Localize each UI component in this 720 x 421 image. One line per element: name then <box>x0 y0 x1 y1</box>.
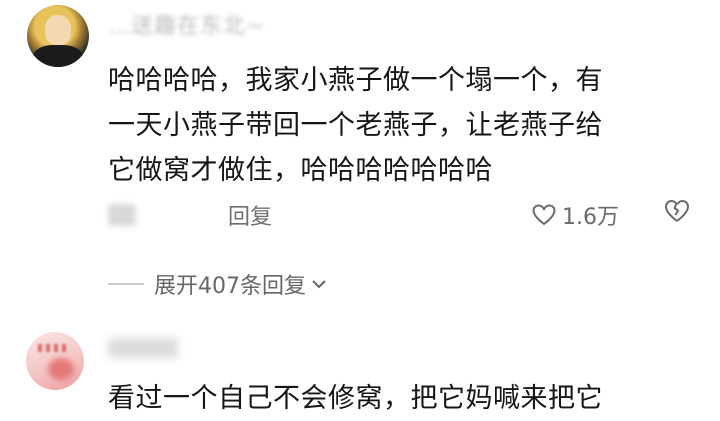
username-blurred[interactable] <box>108 338 178 358</box>
avatar-body <box>33 45 83 67</box>
divider-line <box>108 283 144 285</box>
expand-replies-button[interactable]: 展开407条回复 <box>108 268 328 300</box>
chevron-down-icon <box>312 280 326 289</box>
avatar-figure <box>48 358 74 380</box>
avatar-pattern <box>38 344 68 352</box>
comment-text: 哈哈哈哈，我家小燕子做一个塌一个，有 一天小燕子带回一个老燕子，让老燕子给 它做… <box>108 58 688 193</box>
broken-heart-icon <box>665 200 689 222</box>
like-count: 1.6万 <box>562 205 619 230</box>
comment-text: 看过一个自己不会修窝，把它妈喊来把它 <box>108 383 603 414</box>
comment-line: 它做窝才做住，哈哈哈哈哈哈哈 <box>108 155 493 186</box>
username[interactable]: …送趣在东北~ <box>108 8 265 40</box>
user-avatar[interactable] <box>26 332 84 390</box>
like-button[interactable]: 1.6万 <box>532 199 619 231</box>
user-avatar[interactable] <box>27 5 89 67</box>
timestamp-blurred <box>108 204 136 226</box>
reply-button[interactable]: 回复 <box>228 199 272 231</box>
heart-outline-icon <box>532 204 556 226</box>
dislike-button[interactable] <box>664 199 690 227</box>
avatar-face <box>45 15 71 45</box>
location-blurred <box>148 203 204 228</box>
comment-line: 一天小燕子带回一个老燕子，让老燕子给 <box>108 110 603 141</box>
expand-replies-label: 展开407条回复 <box>154 274 306 299</box>
comment-line: 哈哈哈哈，我家小燕子做一个塌一个，有 <box>108 65 603 96</box>
